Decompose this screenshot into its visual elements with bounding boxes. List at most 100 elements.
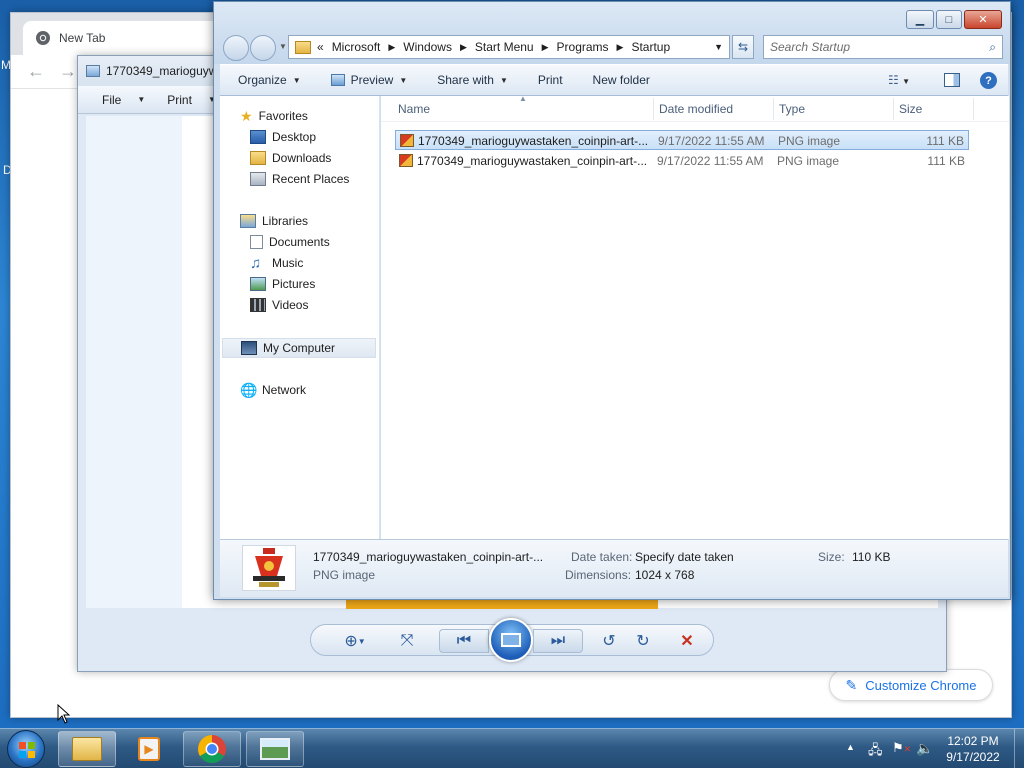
chrome-tab-new-tab[interactable]: New Tab <box>23 21 223 55</box>
forward-arrow-icon[interactable]: → <box>59 61 77 82</box>
dropdown-arrow-icon: ▼ <box>292 75 301 85</box>
customize-chrome-button[interactable]: ✎ Customize Chrome <box>829 669 993 701</box>
breadcrumb-separator-icon[interactable]: ▶ <box>542 42 549 53</box>
help-icon[interactable]: ? <box>980 72 997 89</box>
file-menu[interactable]: File ▼ <box>102 93 145 107</box>
file-size: 111 KB <box>926 134 964 148</box>
preview-icon <box>330 74 345 86</box>
file-row[interactable]: 1770349_marioguywastaken_coinpin-art-...… <box>395 151 969 171</box>
refresh-button[interactable]: ⇆ <box>732 35 754 59</box>
nav-network[interactable]: 🌐 Network <box>240 380 306 400</box>
column-date-modified[interactable]: Date modified <box>659 102 733 116</box>
taskbar-photo-viewer[interactable] <box>246 731 304 767</box>
column-name[interactable]: Name <box>398 102 430 116</box>
rotate-left-icon[interactable]: ↺ <box>597 629 621 653</box>
pictures-icon <box>250 277 266 291</box>
show-desktop-button[interactable] <box>1014 729 1024 768</box>
customize-chrome-label: Customize Chrome <box>865 677 977 693</box>
breadcrumb-startup[interactable]: Startup <box>631 40 670 54</box>
print-menu[interactable]: Print ▼ <box>167 93 216 107</box>
rotate-right-icon[interactable]: ↻ <box>631 629 655 653</box>
address-bar[interactable]: « Microsoft ▶ Windows ▶ Start Menu ▶ Pro… <box>288 35 730 59</box>
file-name: 1770349_marioguywastaken_coinpin-art-... <box>417 154 648 168</box>
breadcrumb-start-menu[interactable]: Start Menu <box>475 40 534 54</box>
back-arrow-icon[interactable]: ← <box>27 61 45 82</box>
forward-button[interactable] <box>250 35 276 61</box>
preview-pane-icon[interactable] <box>944 73 960 87</box>
details-dimensions-label: Dimensions: <box>565 568 632 582</box>
maximize-button[interactable]: □ <box>936 10 962 29</box>
start-button[interactable] <box>7 730 45 768</box>
search-input[interactable]: Search Startup ⌕ <box>763 35 1003 59</box>
chrome-logo-icon <box>35 30 51 46</box>
previous-icon[interactable]: ⏮ <box>439 629 489 653</box>
navigation-pane: ★ Favorites Desktop Downloads Recent Plac… <box>220 96 380 539</box>
details-date-taken-value[interactable]: Specify date taken <box>635 550 734 564</box>
videos-icon <box>250 298 266 312</box>
breadcrumb-separator-icon[interactable]: ▶ <box>388 42 395 53</box>
address-dropdown-icon[interactable]: ▼ <box>714 42 723 52</box>
photo-viewer-side-panel <box>86 116 182 608</box>
nav-libraries[interactable]: Libraries <box>240 211 308 231</box>
minimize-button[interactable]: ▁ <box>906 10 934 29</box>
fit-window-icon[interactable]: ⤧ <box>395 629 419 653</box>
command-bar: Organize ▼ Preview ▼ Share with ▼ Print New… <box>220 64 1008 96</box>
nav-my-computer[interactable]: My Computer <box>222 338 376 358</box>
file-row[interactable]: 1770349_marioguywastaken_coinpin-art-...… <box>395 130 969 150</box>
pencil-icon: ✎ <box>845 676 858 693</box>
column-size[interactable]: Size <box>899 102 922 116</box>
back-button[interactable] <box>223 35 249 61</box>
png-file-icon <box>400 134 414 147</box>
column-type[interactable]: Type <box>779 102 805 116</box>
nav-pictures[interactable]: Pictures <box>250 274 315 294</box>
taskbar-explorer[interactable] <box>58 731 116 767</box>
mouse-cursor-icon <box>57 704 71 724</box>
network-tray-icon[interactable]: 🖧 <box>868 741 883 763</box>
file-date: 9/17/2022 11:55 AM <box>658 134 765 148</box>
nav-documents[interactable]: Documents <box>250 232 330 252</box>
nav-favorites[interactable]: ★ Favorites <box>240 106 308 126</box>
music-icon: ♫ <box>250 254 262 272</box>
file-type: PNG image <box>778 134 841 148</box>
column-headers: Name ▲ Date modified Type Size <box>381 94 1009 122</box>
print-button[interactable]: Print <box>538 73 563 87</box>
close-button[interactable]: ✕ <box>964 10 1002 29</box>
taskbar-chrome[interactable] <box>183 731 241 767</box>
taskbar-media-player[interactable]: ▶ <box>120 731 178 767</box>
breadcrumb-prefix[interactable]: « <box>317 40 324 54</box>
share-with-button[interactable]: Share with ▼ <box>437 73 508 87</box>
network-icon: 🌐 <box>240 381 258 398</box>
file-list: Name ▲ Date modified Type Size 1770349_m… <box>381 94 1009 539</box>
zoom-icon[interactable]: ⊕ ▼ <box>337 629 373 653</box>
sort-arrow-icon: ▲ <box>519 94 527 103</box>
show-hidden-icons-icon[interactable]: ▲ <box>846 742 855 752</box>
nav-desktop[interactable]: Desktop <box>250 127 316 147</box>
nav-downloads[interactable]: Downloads <box>250 148 331 168</box>
next-icon[interactable]: ⏭ <box>533 629 583 653</box>
recent-pages-chevron-icon[interactable]: ▼ <box>279 42 287 51</box>
slideshow-icon <box>501 633 521 647</box>
slideshow-button[interactable] <box>489 618 533 662</box>
volume-icon[interactable]: 🔈 <box>916 740 933 757</box>
nav-music[interactable]: ♫ Music <box>250 253 303 273</box>
new-folder-button[interactable]: New folder <box>593 73 650 87</box>
breadcrumb-separator-icon[interactable]: ▶ <box>617 42 624 53</box>
breadcrumb-separator-icon[interactable]: ▶ <box>460 42 467 53</box>
media-player-icon: ▶ <box>138 737 160 761</box>
breadcrumb-microsoft[interactable]: Microsoft <box>332 40 381 54</box>
preview-button[interactable]: Preview ▼ <box>330 73 407 87</box>
organize-button[interactable]: Organize ▼ <box>238 73 301 87</box>
nav-videos[interactable]: Videos <box>250 295 308 315</box>
action-center-flag-icon[interactable]: ⚑✕ <box>892 740 911 756</box>
chrome-tab-title: New Tab <box>59 31 106 45</box>
breadcrumb-windows[interactable]: Windows <box>403 40 452 54</box>
delete-icon[interactable]: ✕ <box>675 629 699 653</box>
thumbnail-image-icon <box>253 548 285 587</box>
search-icon[interactable]: ⌕ <box>989 40 996 55</box>
view-options-icon[interactable]: ☷ ▼ <box>888 73 910 87</box>
photo-viewer-icon <box>260 738 290 760</box>
star-icon: ★ <box>240 107 253 124</box>
nav-recent-places[interactable]: Recent Places <box>250 169 349 189</box>
breadcrumb-programs[interactable]: Programs <box>557 40 609 54</box>
taskbar-clock[interactable]: 12:02 PM 9/17/2022 <box>936 733 1010 765</box>
